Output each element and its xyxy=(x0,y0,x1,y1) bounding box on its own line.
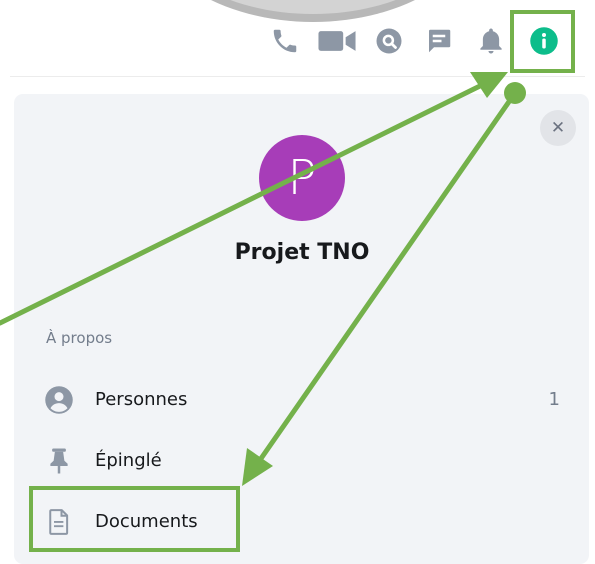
top-shape xyxy=(143,0,483,22)
close-button[interactable]: ✕ xyxy=(540,110,576,146)
search-icon[interactable] xyxy=(374,26,404,56)
video-icon[interactable] xyxy=(316,26,358,56)
header-divider xyxy=(10,76,585,77)
threads-icon[interactable] xyxy=(424,26,454,56)
documents-highlight-box xyxy=(29,486,240,552)
room-title: Projet TNO xyxy=(234,240,370,265)
section-label: À propos xyxy=(46,329,113,347)
bell-icon[interactable] xyxy=(476,26,506,56)
pin-icon xyxy=(44,446,74,476)
close-icon: ✕ xyxy=(550,118,566,138)
menu-item-pinned[interactable]: Épinglé xyxy=(40,437,570,485)
avatar-letter: P xyxy=(287,150,317,206)
menu-item-label: Personnes xyxy=(95,389,188,410)
phone-icon[interactable] xyxy=(270,26,300,56)
info-highlight-box xyxy=(510,10,575,73)
people-count: 1 xyxy=(548,389,560,410)
room-avatar[interactable]: P xyxy=(259,135,345,221)
menu-item-label: Épinglé xyxy=(95,450,162,471)
menu-item-people[interactable]: Personnes 1 xyxy=(40,376,570,424)
person-icon xyxy=(44,385,74,415)
